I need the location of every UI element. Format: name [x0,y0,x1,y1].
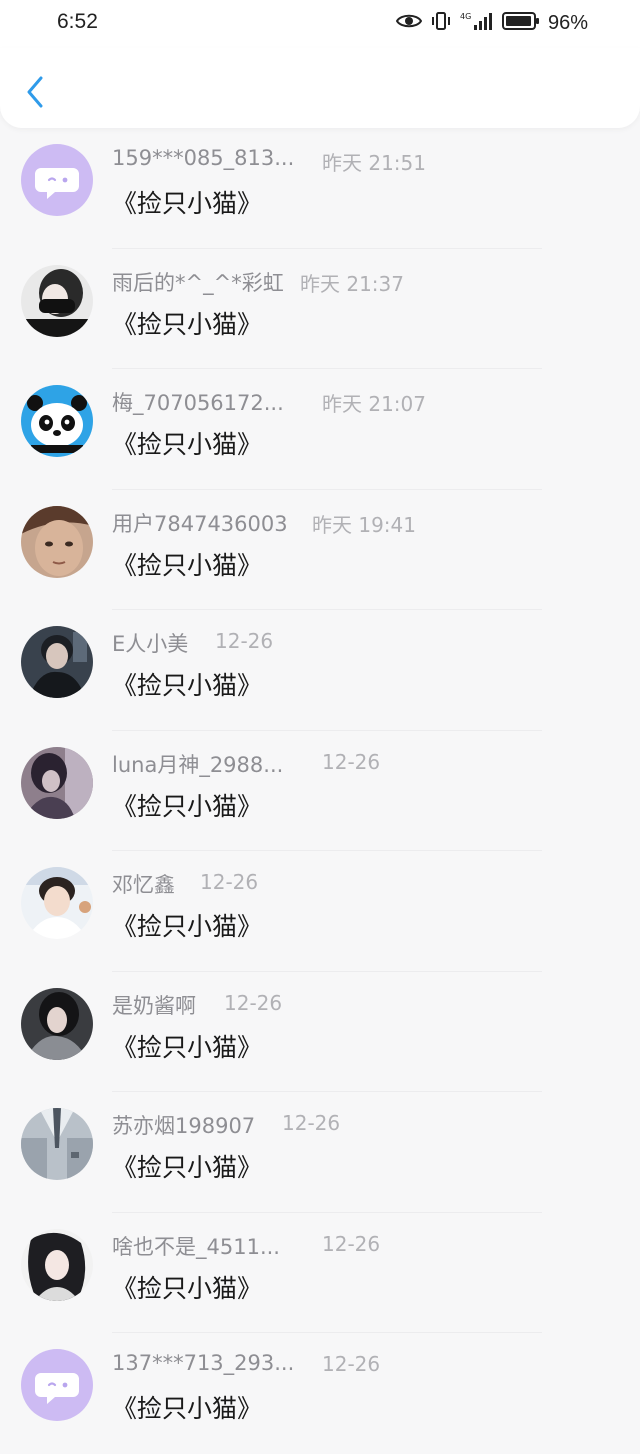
item-meta: luna月神_2988... 12-26 [112,749,532,777]
list-item[interactable]: 雨后的*^_^*彩虹 昨天 21:37 《捡只小猫》 [0,249,640,369]
item-meta: E人小美 12-26 [112,628,532,656]
avatar[interactable] [21,1228,93,1301]
signal-4g-icon: 4G [460,11,494,35]
item-meta: 雨后的*^_^*彩虹 昨天 21:37 [112,267,532,296]
username: 是奶酱啊 [112,993,196,1018]
username: 用户7847436003 [112,511,288,536]
avatar[interactable] [21,144,93,216]
list-item[interactable]: 用户7847436003 昨天 19:41 《捡只小猫》 [0,490,640,610]
timestamp: 12-26 [322,1352,381,1376]
username: 137***713_293... [112,1351,295,1375]
battery-percentage: 96% [547,11,588,34]
list-item[interactable]: 159***085_813... 昨天 21:51 《捡只小猫》 [0,128,640,249]
svg-text:4G: 4G [460,12,471,21]
avatar[interactable] [21,626,93,698]
username: 159***085_813... [112,146,295,170]
chevron-left-icon [26,76,44,112]
item-meta: 用户7847436003 昨天 19:41 [112,508,532,537]
message-text: 《捡只小猫》 [112,671,263,700]
message-text: 《捡只小猫》 [112,912,263,941]
item-meta: 是奶酱啊 12-26 [112,990,532,1018]
avatar[interactable] [21,385,93,457]
item-meta: 啥也不是_4511... 12-26 [112,1231,532,1259]
timestamp: 昨天 21:51 [322,151,426,175]
battery-icon [501,11,540,35]
list-item[interactable]: 梅_707056172... 昨天 21:07 《捡只小猫》 [0,369,640,490]
list-item[interactable]: 苏亦烟198907 12-26 《捡只小猫》 [0,1092,640,1213]
message-text: 《捡只小猫》 [112,1273,263,1303]
status-time: 6:52 [57,10,98,33]
avatar[interactable] [21,746,93,819]
username: 雨后的*^_^*彩虹 [112,270,284,295]
timestamp: 昨天 21:07 [322,392,426,416]
avatar[interactable] [21,1349,93,1421]
timestamp: 12-26 [224,990,283,1015]
back-button[interactable] [20,74,50,114]
avatar[interactable] [21,987,93,1060]
timestamp: 12-26 [322,749,381,774]
status-icons: 4G 96% [395,11,588,35]
avatar[interactable] [21,867,93,939]
message-text: 《捡只小猫》 [112,309,263,339]
message-text: 《捡只小猫》 [112,791,263,821]
avatar[interactable] [21,264,93,337]
status-bar: 6:52 4G 96% [0,0,640,48]
list-item[interactable]: 是奶酱啊 12-26 《捡只小猫》 [0,972,640,1092]
list-item[interactable]: 邓忆鑫 12-26 《捡只小猫》 [0,851,640,972]
list-item[interactable]: 137***713_293... 12-26 《捡只小猫》 [0,1333,640,1454]
item-meta: 梅_707056172... 昨天 21:07 [112,387,532,416]
eye-icon [395,12,423,34]
message-text: 《捡只小猫》 [112,550,263,580]
vibrate-icon [430,11,452,35]
item-meta: 苏亦烟198907 12-26 [112,1110,532,1138]
header [0,48,640,128]
timestamp: 12-26 [322,1231,381,1256]
username: E人小美 [112,632,189,656]
timestamp: 昨天 21:37 [300,271,404,296]
message-text: 《捡只小猫》 [112,1394,263,1423]
list-item[interactable]: E人小美 12-26 《捡只小猫》 [0,610,640,731]
message-text: 《捡只小猫》 [112,1032,263,1062]
item-meta: 邓忆鑫 12-26 [112,869,532,897]
message-list: 159***085_813... 昨天 21:51 《捡只小猫》 雨后的*^_^… [0,128,640,1454]
list-item[interactable]: luna月神_2988... 12-26 《捡只小猫》 [0,731,640,851]
message-text: 《捡只小猫》 [112,430,263,459]
avatar[interactable] [21,1108,93,1180]
username: luna月神_2988... [112,752,284,777]
username: 邓忆鑫 [112,873,175,897]
username: 苏亦烟198907 [112,1114,256,1138]
list-item[interactable]: 啥也不是_4511... 12-26 《捡只小猫》 [0,1213,640,1333]
timestamp: 12-26 [215,629,274,653]
username: 啥也不是_4511... [112,1234,280,1259]
avatar[interactable] [21,505,93,578]
item-meta: 159***085_813... 昨天 21:51 [112,146,532,175]
timestamp: 12-26 [282,1111,341,1135]
message-text: 《捡只小猫》 [112,1153,263,1182]
username: 梅_707056172... [112,391,284,415]
timestamp: 12-26 [200,870,259,894]
item-meta: 137***713_293... 12-26 [112,1351,532,1379]
timestamp: 昨天 19:41 [312,512,416,537]
message-text: 《捡只小猫》 [112,189,263,218]
